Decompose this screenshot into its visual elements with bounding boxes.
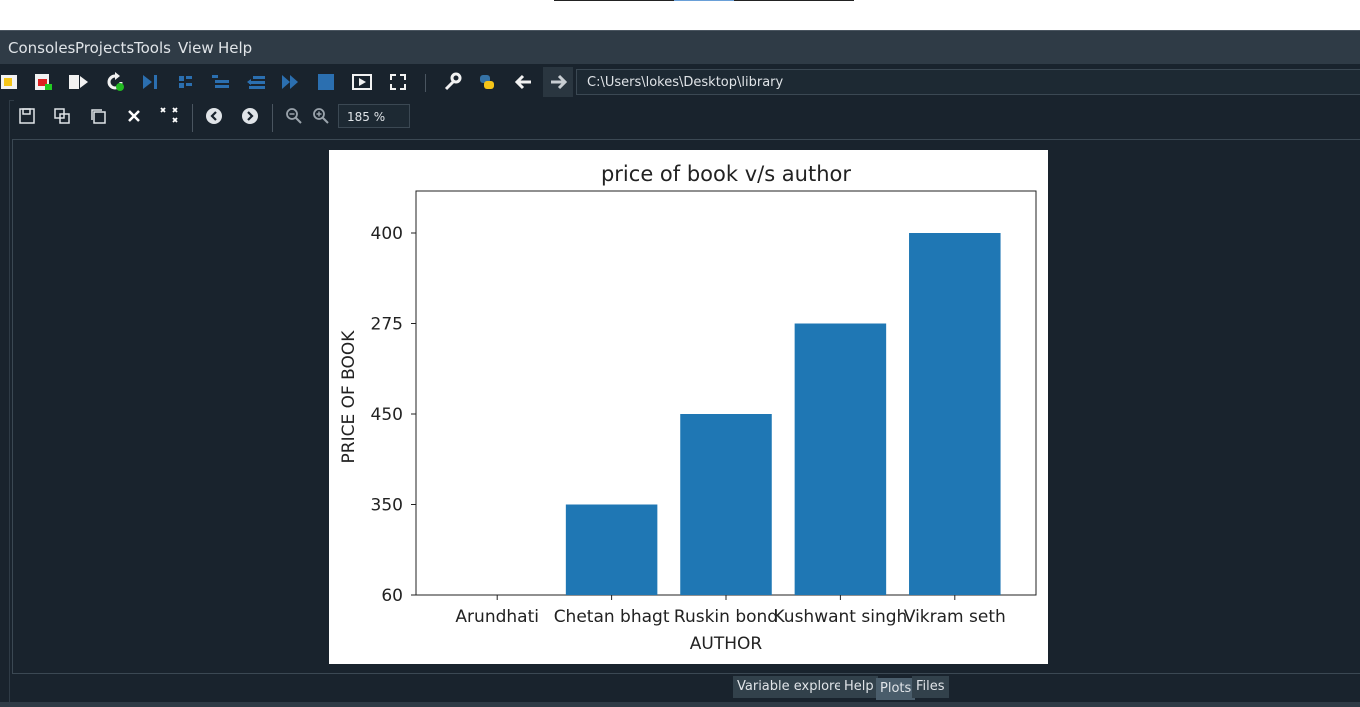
toolbar-separator (272, 104, 273, 132)
bar (680, 414, 772, 595)
preferences-wrench-icon[interactable] (441, 71, 463, 93)
rerun-icon[interactable] (104, 71, 126, 93)
zoom-out-icon[interactable] (283, 105, 305, 127)
menu-help[interactable]: Help (218, 39, 252, 57)
fullscreen-icon[interactable] (387, 71, 409, 93)
toolbar-separator (192, 104, 193, 132)
menu-view[interactable]: View (178, 39, 214, 57)
zoom-level-field[interactable]: 185 % (338, 104, 410, 128)
bar (565, 504, 658, 595)
status-strip (0, 702, 1360, 707)
tab-help[interactable]: Help (840, 676, 878, 698)
zoom-in-icon[interactable] (310, 105, 332, 127)
continue-icon[interactable] (280, 71, 302, 93)
bar (909, 233, 1001, 595)
bar (794, 323, 887, 595)
back-arrow-icon[interactable] (513, 71, 535, 93)
x-tick-label: Chetan bhagt (554, 607, 670, 627)
save-plot-icon[interactable] (16, 105, 38, 127)
menu-tools[interactable]: Tools (134, 39, 171, 57)
y-tick-label: 400 (371, 224, 403, 244)
left-dock-edge (0, 100, 10, 707)
remove-all-plots-icon[interactable] (159, 105, 181, 127)
y-tick-label: 60 (381, 586, 403, 606)
step-icon[interactable] (245, 71, 267, 93)
x-tick-label: Ruskin bond (674, 607, 778, 627)
top-accent (674, 0, 734, 1)
maximize-pane-icon[interactable] (351, 71, 373, 93)
run-cell-icon[interactable] (175, 71, 197, 93)
previous-plot-icon[interactable] (203, 105, 225, 127)
plot-canvas: price of book v/s author 60 350 450 275 400 … (329, 150, 1048, 664)
y-axis-label: PRICE OF BOOK (339, 330, 359, 464)
x-tick-label: Kushwant singh (774, 607, 908, 627)
run-file-icon[interactable] (67, 71, 89, 93)
tab-plots[interactable]: Plots (876, 678, 916, 700)
new-file-icon[interactable] (0, 71, 20, 93)
menu-consoles[interactable]: Consoles (8, 39, 75, 57)
run-selection-icon[interactable] (139, 71, 161, 93)
toolbar-separator (425, 74, 426, 92)
menu-bar: Consoles Projects Tools View Help (0, 30, 1360, 65)
remove-plot-icon[interactable] (123, 105, 145, 127)
y-tick-label: 450 (371, 405, 403, 425)
y-tick-label: 350 (371, 496, 403, 516)
menu-projects[interactable]: Projects (75, 39, 134, 57)
working-directory-path[interactable]: C:\Users\lokes\Desktop\library (576, 69, 1360, 95)
tab-variable-explorer[interactable]: Variable explorer (733, 676, 852, 698)
bottom-tab-bar: Variable explorer Help Plots Files (0, 676, 1360, 700)
open-file-icon[interactable] (32, 71, 54, 93)
run-cell-advance-icon[interactable] (210, 71, 232, 93)
chart-title: price of book v/s author (601, 162, 851, 186)
y-tick-label: 275 (371, 315, 403, 335)
tab-files[interactable]: Files (912, 676, 949, 698)
save-all-plots-icon[interactable] (51, 105, 73, 127)
window-top-strip (0, 0, 1360, 30)
x-tick-label: Vikram seth (904, 607, 1006, 627)
python-path-icon[interactable] (476, 71, 498, 93)
x-tick-label: Arundhati (455, 607, 539, 627)
forward-arrow-icon[interactable] (543, 67, 573, 97)
stop-icon[interactable] (315, 71, 337, 93)
plots-toolbar (14, 100, 1360, 138)
copy-plot-icon[interactable] (87, 105, 109, 127)
bar-chart: price of book v/s author 60350450275400 … (339, 162, 1037, 654)
x-axis-label: AUTHOR (690, 634, 763, 654)
next-plot-icon[interactable] (239, 105, 261, 127)
